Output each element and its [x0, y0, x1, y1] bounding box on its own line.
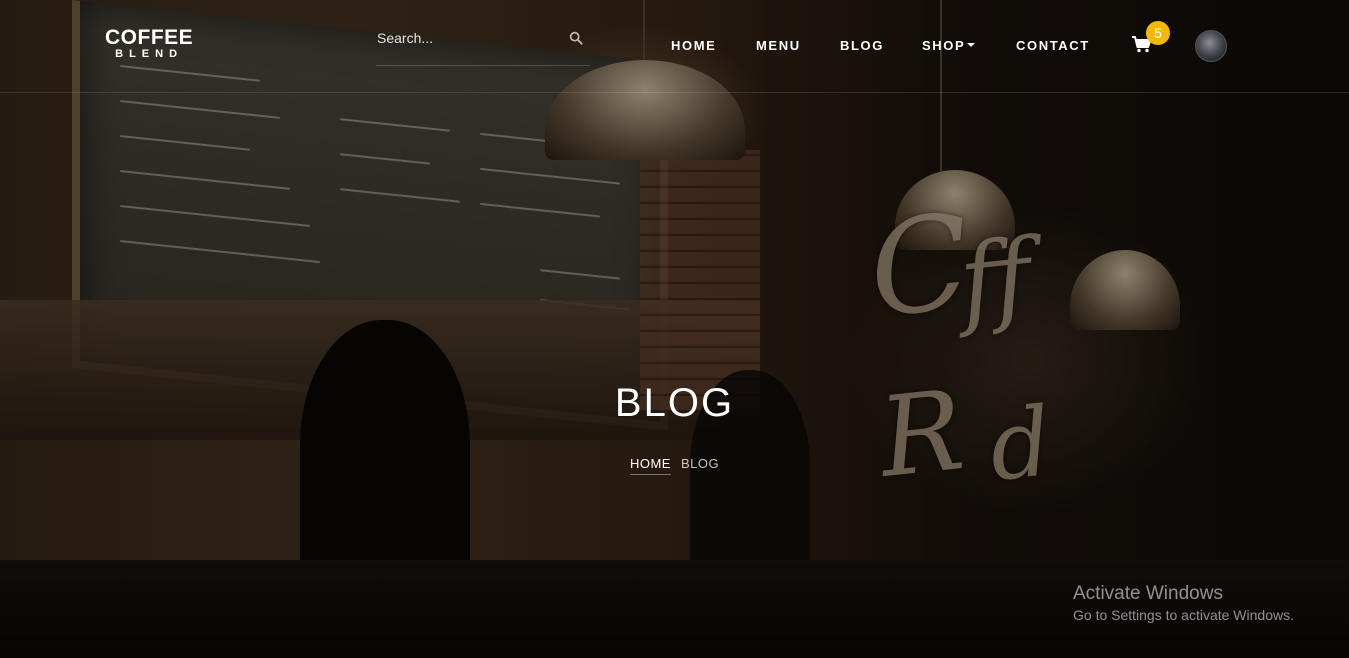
nav-item-menu[interactable]: MENU: [756, 38, 801, 53]
nav-item-home[interactable]: HOME: [671, 38, 716, 53]
breadcrumb: HOME BLOG: [0, 456, 1349, 475]
nav-item-shop[interactable]: SHOP: [922, 38, 976, 53]
brand-name-bottom: BLEND: [115, 48, 184, 60]
nav-item-shop-label: SHOP: [922, 38, 966, 53]
breadcrumb-home-link[interactable]: HOME: [629, 456, 671, 475]
breadcrumb-current: BLOG: [680, 456, 720, 471]
brand-name-top: COFFEE: [105, 26, 194, 49]
brand-logo[interactable]: COFFEE BLEND: [105, 27, 193, 61]
watermark-title: Activate Windows: [1073, 583, 1223, 604]
page-title: BLOG: [614, 381, 735, 425]
windows-activation-watermark: Activate Windows Go to Settings to activ…: [1073, 583, 1294, 625]
search-input[interactable]: [376, 25, 557, 51]
user-avatar[interactable]: [1195, 30, 1227, 62]
top-navbar: COFFEE BLEND HOME MENU BLOG SHOP CONTACT…: [0, 0, 1349, 93]
search-form: [376, 25, 590, 66]
nav-item-contact[interactable]: CONTACT: [1016, 38, 1090, 53]
caret-down-icon: [967, 43, 976, 48]
cart-count-badge: 5: [1146, 21, 1170, 45]
watermark-subtitle: Go to Settings to activate Windows.: [1073, 607, 1294, 623]
search-icon[interactable]: [569, 31, 583, 45]
nav-item-blog[interactable]: BLOG: [840, 38, 884, 53]
hero-overlay: [0, 0, 1349, 658]
hero-background: C ff R d: [0, 0, 1349, 658]
